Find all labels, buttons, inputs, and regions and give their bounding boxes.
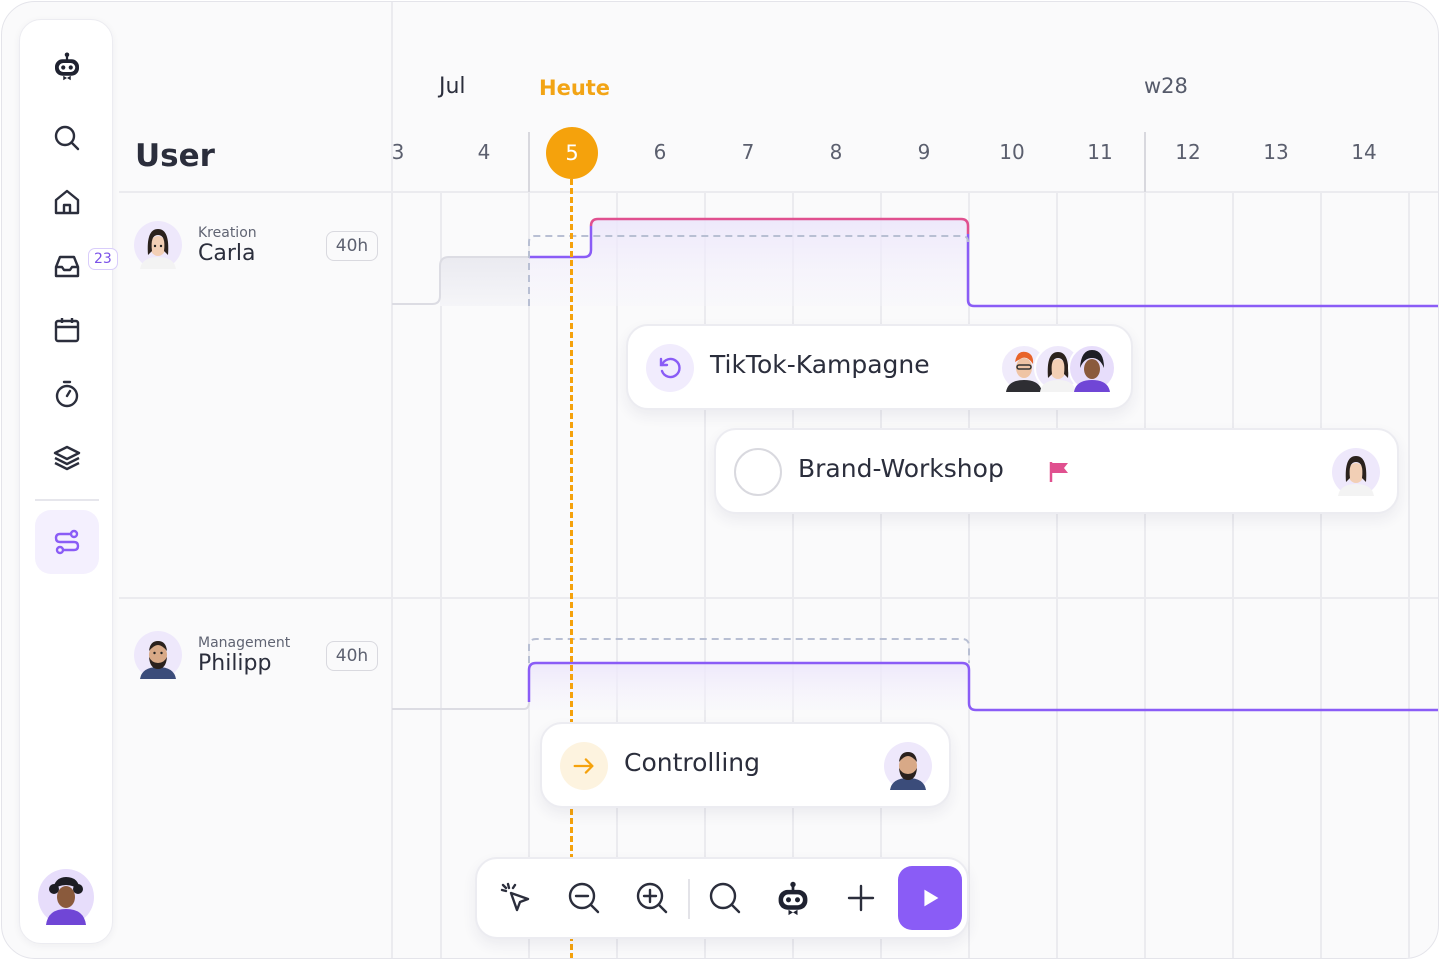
workload-line-current [529,226,593,259]
task-card-controlling[interactable]: Controlling [540,722,951,808]
task-card-brand-workshop[interactable]: Brand-Workshop [714,428,1399,514]
task-title: Controlling [624,748,760,777]
zoom-in-icon[interactable] [626,872,678,924]
flag-icon [1048,460,1072,484]
empty-circle-icon[interactable] [734,448,782,496]
avatar [1332,448,1380,496]
capacity-line [528,638,970,663]
plus-icon[interactable] [835,872,887,924]
play-icon[interactable] [898,866,962,930]
zoom-out-icon[interactable] [558,872,610,924]
task-card-tiktok[interactable]: TikTok-Kampagne [626,324,1133,410]
avatar [1068,344,1116,392]
search-icon[interactable] [699,872,751,924]
toolbar-divider [688,879,690,919]
today-line [570,179,573,958]
avatar [884,742,932,790]
recurring-icon [646,344,694,392]
workload-fill-past [440,257,529,306]
workload-fill [529,219,968,306]
workload-fill [529,663,969,710]
arrow-right-icon [560,742,608,790]
workload-line-past [392,701,530,710]
task-title: Brand-Workshop [798,454,1004,483]
cursor-click-icon[interactable] [490,872,542,924]
robot-icon[interactable] [767,872,819,924]
bottom-toolbar [475,857,969,939]
app-window: 23 User Kreation Carla 40h Management Ph… [1,1,1439,959]
task-title: TikTok-Kampagne [710,350,930,379]
workload-line-future [966,234,1438,308]
